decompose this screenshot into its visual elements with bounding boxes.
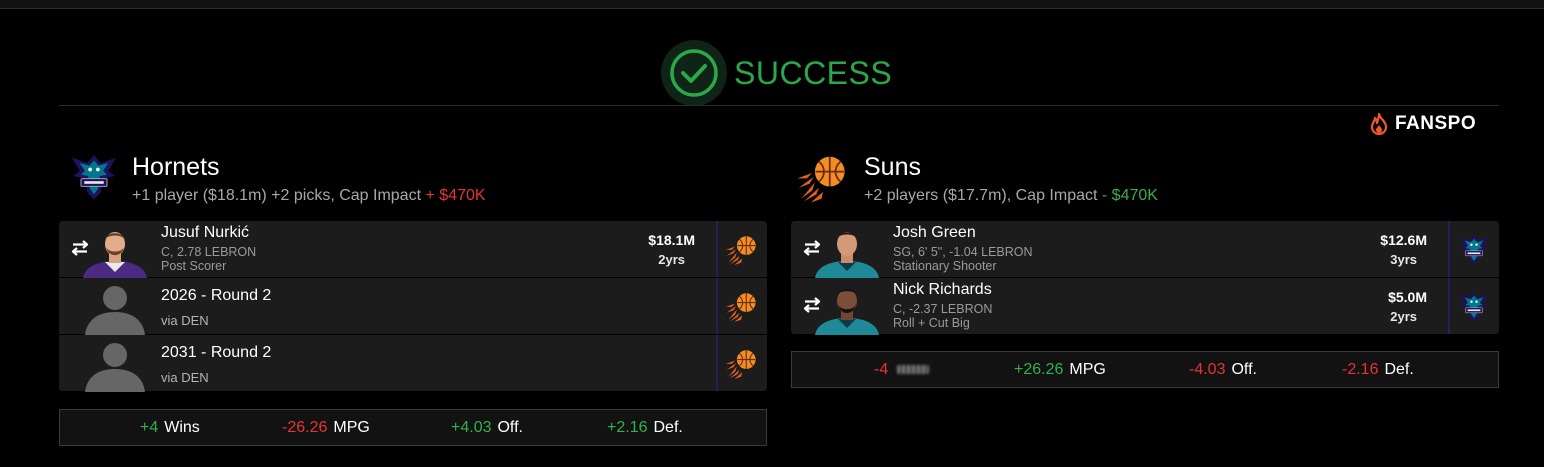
stat-value: -4.03 [1189, 361, 1226, 378]
stat-label: Off. [497, 419, 523, 436]
player-details: C, 2.78 LEBRON [161, 245, 257, 259]
blurred-label [897, 365, 930, 375]
stat-label: Def. [653, 419, 683, 436]
player-role: Stationary Shooter [893, 259, 997, 273]
stat-mpg: +26.26 MPG [1014, 361, 1106, 379]
stat-label: Def. [1384, 361, 1414, 378]
asset-list: Josh Green SG, 6' 5", -1.04 LEBRON Stati… [791, 221, 1499, 335]
contract-years: 2yrs [658, 252, 685, 267]
check-circle-icon [661, 40, 727, 106]
stat-mpg: -26.26 MPG [282, 419, 370, 437]
team-impact-stats: +4 Wins -26.26 MPG +4.03 Off. +2.16 Def. [59, 409, 767, 446]
player-row[interactable]: Nick Richards C, -2.37 LEBRON Roll + Cut… [791, 278, 1499, 335]
summary-text: +1 player ($18.1m) +2 picks, Cap Impact [132, 187, 422, 204]
player-headshot [811, 279, 883, 335]
asset-list: Jusuf Nurkić C, 2.78 LEBRON Post Scorer … [59, 221, 767, 392]
contract-years: 3yrs [1390, 252, 1417, 267]
player-salary: $18.1M [648, 232, 695, 248]
player-headshot [811, 222, 883, 278]
player-role: Post Scorer [161, 259, 227, 273]
stat-label: Off. [1231, 361, 1257, 378]
suns-logo-icon [724, 232, 760, 266]
stat-value: +4.03 [451, 419, 492, 436]
team-impact-stats: -4 +26.26 MPG -4.03 Off. -2.16 Def. [791, 351, 1499, 388]
stat-off: -4.03 Off. [1189, 361, 1257, 379]
row-divider [1448, 278, 1450, 334]
flame-icon [1370, 113, 1388, 135]
stat-wins: +4 Wins [140, 419, 200, 437]
team-header: Hornets +1 player ($18.1m) +2 picks, Cap… [59, 150, 767, 210]
team-summary: +2 players ($17.7m), Cap Impact - $470K [864, 187, 1158, 205]
suns-logo-icon [724, 346, 760, 380]
brand-name: FANSPO [1395, 113, 1477, 134]
player-name[interactable]: Nick Richards [893, 281, 992, 299]
team-name: Suns [864, 153, 921, 181]
fanspo-brand[interactable]: FANSPO [1369, 113, 1476, 135]
placeholder-silhouette-icon [79, 336, 151, 392]
cap-impact: - $470K [1101, 187, 1158, 204]
summary-text: +2 players ($17.7m), Cap Impact [864, 187, 1098, 204]
cap-impact: + $470K [425, 187, 486, 204]
player-details: C, -2.37 LEBRON [893, 302, 993, 316]
row-divider [716, 278, 718, 334]
hornets-logo-icon [63, 150, 125, 202]
player-row[interactable]: Jusuf Nurkić C, 2.78 LEBRON Post Scorer … [59, 221, 767, 278]
stat-value: -2.16 [1342, 361, 1379, 378]
contract-years: 2yrs [1390, 309, 1417, 324]
row-divider [716, 221, 718, 277]
pick-via: via DEN [161, 313, 209, 328]
success-banner: SUCCESS [661, 40, 892, 106]
row-divider [1448, 221, 1450, 277]
team-summary: +1 player ($18.1m) +2 picks, Cap Impact … [132, 187, 486, 205]
hornets-logo-icon [1456, 289, 1492, 323]
player-salary: $12.6M [1380, 232, 1427, 248]
success-text: SUCCESS [734, 54, 893, 91]
suns-logo-icon [791, 150, 855, 204]
divider [59, 105, 1499, 106]
player-name[interactable]: Jusuf Nurkić [161, 224, 249, 242]
stat-value: +2.16 [607, 419, 648, 436]
stat-label: MPG [1069, 361, 1106, 378]
suns-logo-icon [724, 289, 760, 323]
row-divider [716, 335, 718, 391]
stat-def: -2.16 Def. [1342, 361, 1414, 379]
stat-off: +4.03 Off. [451, 419, 523, 437]
pick-name: 2026 - Round 2 [161, 287, 272, 304]
stat-def: +2.16 Def. [607, 419, 683, 437]
pick-name: 2031 - Round 2 [161, 344, 272, 361]
stat-value: -26.26 [282, 419, 328, 436]
player-salary: $5.0M [1388, 289, 1427, 305]
player-details: SG, 6' 5", -1.04 LEBRON [893, 245, 1033, 259]
stat-value: +4 [140, 419, 159, 436]
player-row[interactable]: Josh Green SG, 6' 5", -1.04 LEBRON Stati… [791, 221, 1499, 278]
pick-via: via DEN [161, 370, 209, 385]
top-bar [0, 0, 1544, 9]
pick-row[interactable]: 2031 - Round 2 via DEN [59, 335, 767, 392]
team-header: Suns +2 players ($17.7m), Cap Impact - $… [791, 150, 1499, 210]
player-name[interactable]: Josh Green [893, 224, 976, 242]
hornets-logo-icon [1456, 232, 1492, 266]
team-name: Hornets [132, 153, 220, 181]
stat-value: +26.26 [1014, 361, 1064, 378]
placeholder-silhouette-icon [79, 279, 151, 335]
player-headshot [79, 222, 151, 278]
stat-label: MPG [333, 419, 370, 436]
pick-row[interactable]: 2026 - Round 2 via DEN [59, 278, 767, 335]
stat-value: -4 [874, 361, 889, 378]
stat-label: Wins [164, 419, 200, 436]
stat-wins: -4 [874, 361, 930, 379]
player-role: Roll + Cut Big [893, 316, 970, 330]
